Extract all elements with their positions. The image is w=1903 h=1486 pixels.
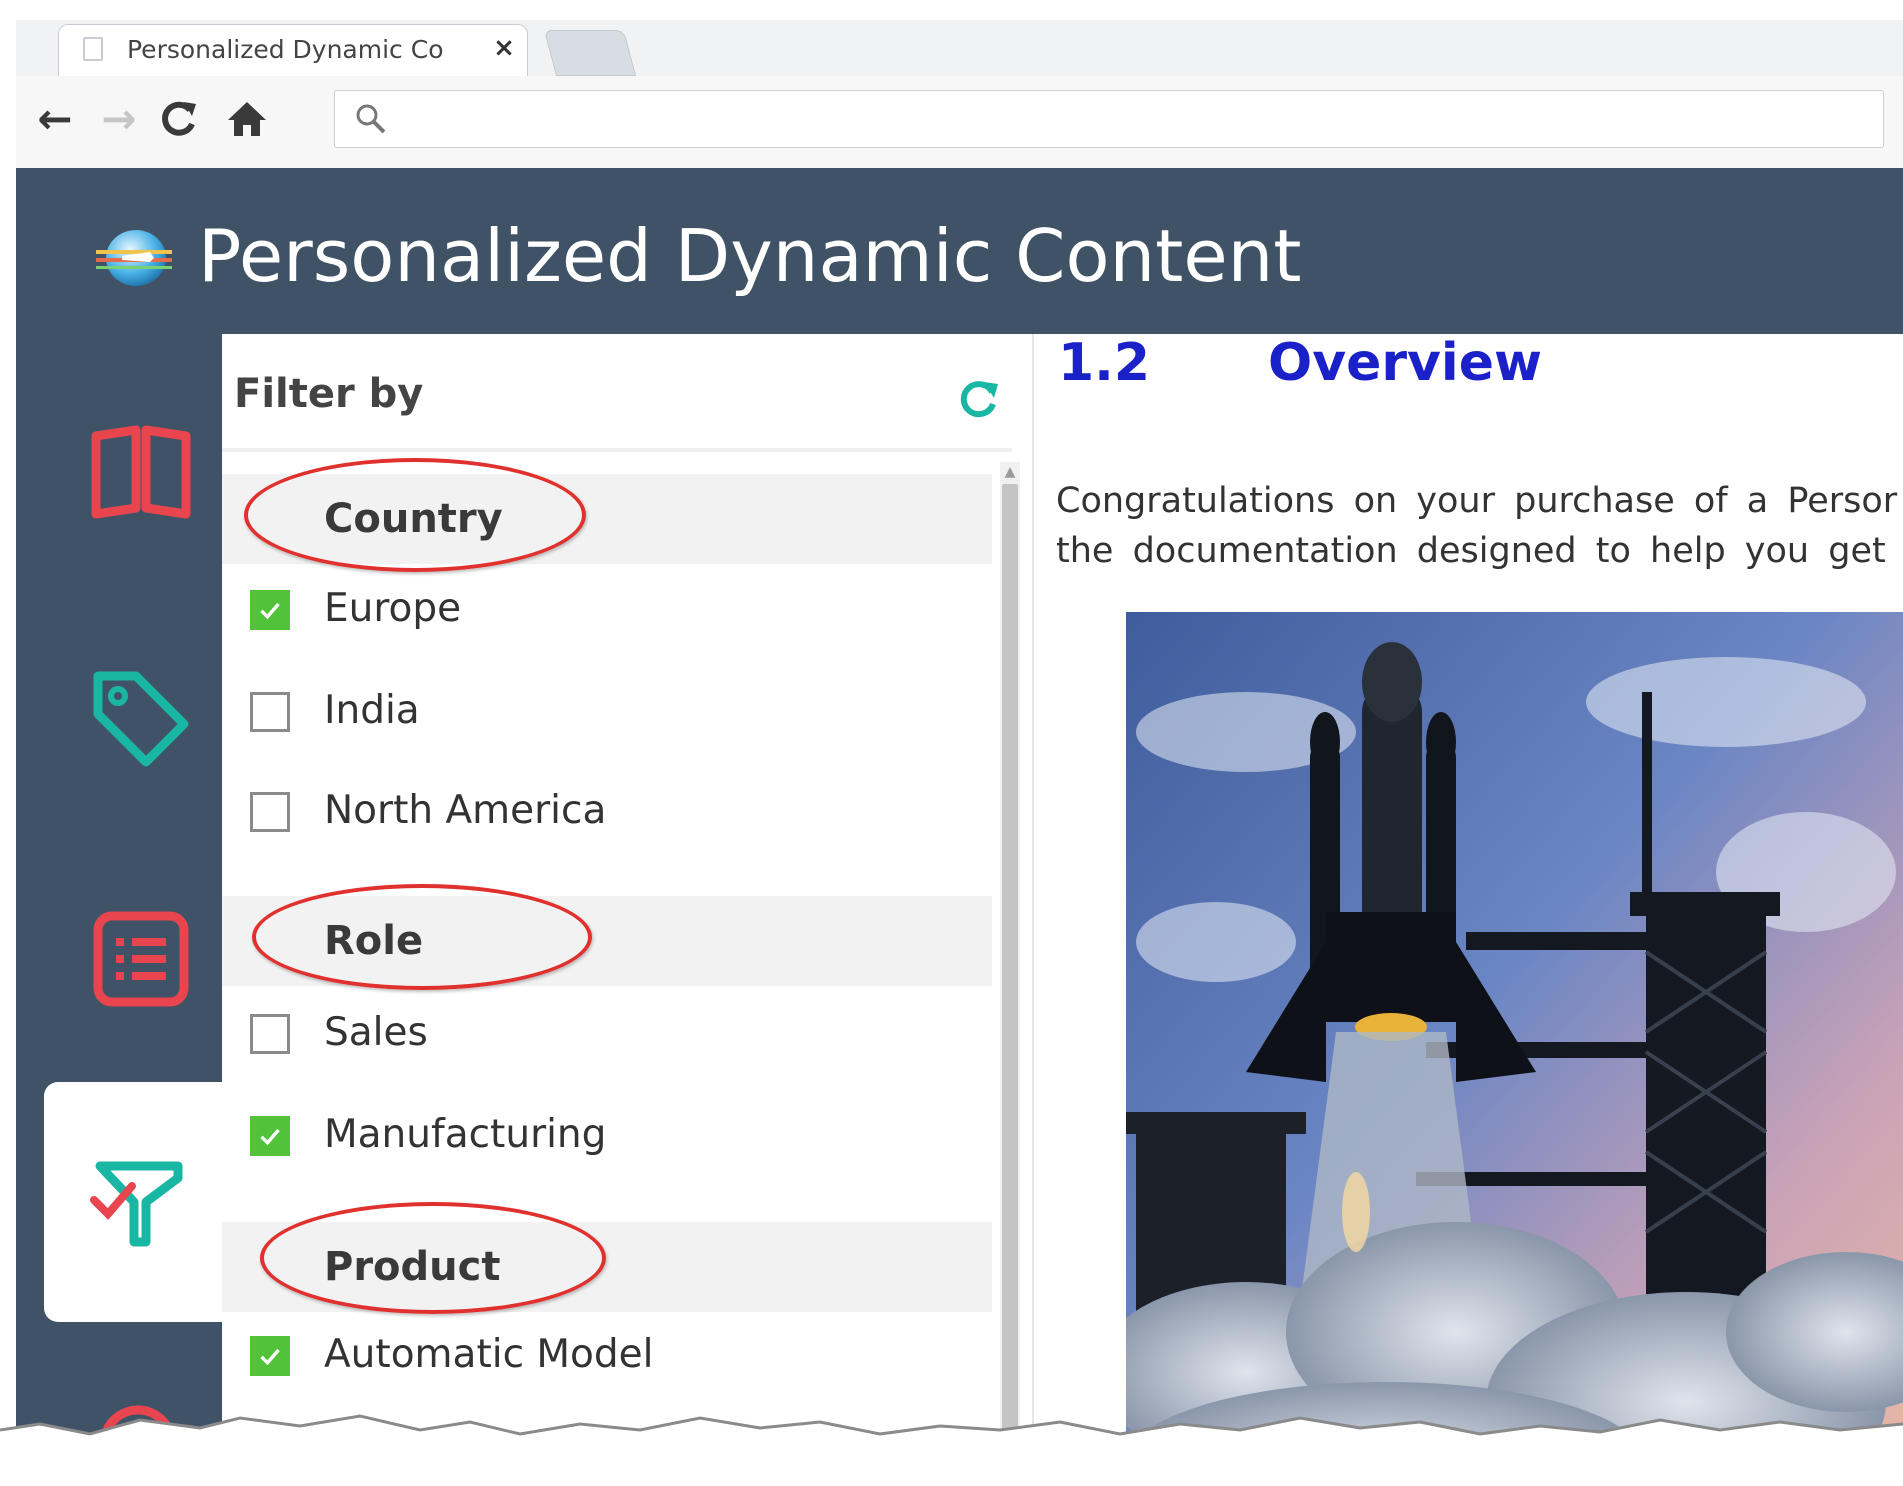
topic-content: 1.2 Overview Congratulations on your pur…	[1034, 334, 1903, 1486]
filter-option-europe[interactable]: Europe	[250, 578, 950, 638]
shuttle-launch-illustration	[1126, 612, 1903, 1486]
page-icon	[83, 37, 103, 61]
checkbox-unchecked[interactable]	[250, 792, 290, 832]
group-label: Role	[324, 918, 424, 964]
section-title: Overview	[1268, 334, 1543, 393]
scroll-up-arrow-icon[interactable]: ▲	[1000, 462, 1020, 482]
option-label: India	[324, 688, 420, 733]
close-tab-icon[interactable]: ×	[489, 33, 519, 63]
option-label: North America	[324, 788, 607, 833]
filter-option-sales[interactable]: Sales	[250, 1002, 950, 1062]
checkbox-unchecked[interactable]	[250, 1014, 290, 1054]
checkbox-checked[interactable]	[250, 590, 290, 630]
filter-option-manufacturing[interactable]: Manufacturing	[250, 1104, 950, 1164]
book-icon	[91, 425, 191, 519]
tab-title: Personalized Dynamic Co	[127, 35, 444, 64]
rail-index-button[interactable]	[86, 904, 196, 1014]
check-icon	[260, 1128, 280, 1146]
group-label: Product	[324, 1244, 501, 1290]
filter-scrollbar[interactable]: ▲	[1000, 462, 1020, 1486]
paragraph-line: the documentation designed to help you g…	[1056, 531, 1886, 571]
checkbox-unchecked[interactable]	[250, 692, 290, 732]
search-icon	[356, 104, 386, 134]
section-number: 1.2	[1058, 334, 1151, 393]
checkbox-checked[interactable]	[250, 1116, 290, 1156]
filter-divider	[222, 448, 1012, 452]
torn-edge-decoration	[0, 1414, 1903, 1486]
filter-icon	[90, 1161, 183, 1247]
reload-button[interactable]	[154, 94, 204, 144]
forward-button[interactable]: →	[94, 94, 144, 144]
option-label: Automatic Model	[324, 1332, 654, 1377]
app-header: Personalized Dynamic Content	[16, 168, 1903, 334]
browser-tab[interactable]: Personalized Dynamic Co ×	[58, 24, 528, 76]
filter-option-india[interactable]: India	[250, 680, 950, 740]
group-label: Country	[324, 496, 503, 542]
app-logo-icon	[96, 230, 172, 286]
filter-option-automatic-model[interactable]: Automatic Model	[250, 1324, 950, 1384]
filter-option-north-america[interactable]: North America	[250, 780, 950, 840]
rail-filter-button[interactable]	[86, 1146, 196, 1256]
paragraph-line: Congratulations on your purchase of a Pe…	[1056, 481, 1898, 521]
list-icon	[93, 911, 189, 1007]
option-label: Manufacturing	[324, 1112, 607, 1157]
filter-title: Filter by	[234, 371, 424, 417]
new-tab-button[interactable]	[543, 30, 637, 76]
tag-icon	[93, 671, 189, 767]
group-country[interactable]: Country	[222, 458, 992, 572]
back-button[interactable]: ←	[30, 94, 80, 144]
group-role[interactable]: Role	[222, 884, 992, 990]
check-icon	[260, 602, 280, 620]
address-bar[interactable]	[334, 90, 1884, 148]
app-title: Personalized Dynamic Content	[198, 214, 1302, 298]
browser-toolbar: ← →	[16, 76, 1903, 169]
rail-tags-button[interactable]	[86, 664, 196, 774]
option-label: Europe	[324, 586, 462, 631]
home-icon	[228, 102, 266, 136]
space-shuttle-image	[1126, 612, 1903, 1486]
scrollbar-thumb[interactable]	[1002, 484, 1018, 1484]
reload-icon	[162, 101, 196, 136]
group-product[interactable]: Product	[222, 1202, 992, 1314]
browser-tab-strip: Personalized Dynamic Co ×	[16, 20, 1903, 76]
rail-contents-button[interactable]	[86, 414, 196, 524]
option-label: Sales	[324, 1010, 428, 1055]
check-icon	[260, 1348, 280, 1366]
checkbox-checked[interactable]	[250, 1336, 290, 1376]
refresh-filters-icon[interactable]	[954, 374, 1002, 422]
home-button[interactable]	[222, 94, 272, 144]
intro-paragraph: Congratulations on your purchase of a Pe…	[1056, 476, 1903, 576]
address-input[interactable]	[405, 99, 1859, 141]
filter-panel: Filter by ▲ Country Europe India North A…	[222, 334, 1034, 1486]
